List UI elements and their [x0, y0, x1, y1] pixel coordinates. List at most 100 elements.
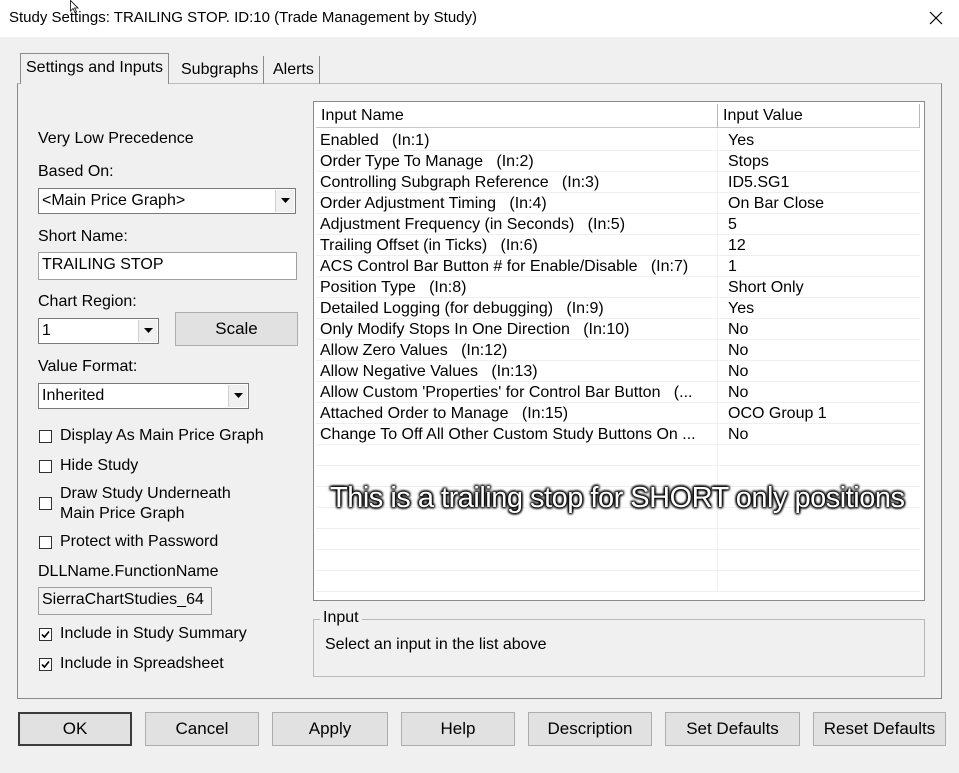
input-name-cell[interactable]: Order Adjustment Timing (In:4)	[316, 193, 718, 214]
table-row[interactable]: Adjustment Frequency (in Seconds) (In:5)…	[316, 214, 920, 235]
input-value-cell[interactable]: No	[724, 319, 920, 340]
input-name-cell[interactable]: Order Type To Manage (In:2)	[316, 151, 718, 172]
input-value-cell[interactable]: No	[724, 361, 920, 382]
mouse-cursor-icon	[70, 0, 79, 13]
input-name-cell[interactable]	[316, 445, 718, 466]
display-as-main-price-graph-checkbox[interactable]	[39, 430, 52, 443]
input-value-cell[interactable]: Short Only	[724, 277, 920, 298]
input-name-cell[interactable]: Allow Negative Values (In:13)	[316, 361, 718, 382]
input-value-cell[interactable]: No	[724, 424, 920, 445]
inputs-grid[interactable]: Input Name Input Value Enabled (In:1) Yes…	[313, 101, 925, 601]
short-name-input[interactable]: TRAILING STOP	[38, 252, 297, 280]
input-description-group: Input Select an input in the list above	[313, 609, 925, 677]
input-name-cell[interactable]	[316, 529, 718, 550]
reset-defaults-button[interactable]: Reset Defaults	[813, 712, 946, 746]
input-value-cell[interactable]: 5	[724, 214, 920, 235]
input-value-cell[interactable]	[724, 445, 920, 466]
table-row[interactable]: Allow Custom 'Properties' for Control Ba…	[316, 382, 920, 403]
input-name-cell[interactable]: Position Type (In:8)	[316, 277, 718, 298]
protect-with-password-checkbox[interactable]	[39, 536, 52, 549]
chart-region-dropdown[interactable]	[138, 320, 157, 342]
table-row[interactable]: ACS Control Bar Button # for Enable/Disa…	[316, 256, 920, 277]
input-value-cell[interactable]: 12	[724, 235, 920, 256]
checkmark-icon	[41, 660, 50, 669]
column-header-input-name[interactable]: Input Name	[316, 104, 718, 128]
table-row[interactable]: Trailing Offset (in Ticks) (In:6) 12	[316, 235, 920, 256]
input-value-cell[interactable]	[724, 571, 920, 592]
input-name-cell[interactable]: Allow Zero Values (In:12)	[316, 340, 718, 361]
value-format-dropdown[interactable]	[228, 385, 247, 407]
tab-subgraphs[interactable]: Subgraphs	[176, 56, 265, 84]
title-bar: Study Settings: TRAILING STOP. ID:10 (Tr…	[0, 0, 959, 37]
based-on-dropdown[interactable]	[275, 190, 294, 212]
value-format-select[interactable]: Inherited	[38, 383, 249, 409]
table-row[interactable]: Allow Zero Values (In:12) No	[316, 340, 920, 361]
table-row[interactable]	[316, 445, 920, 466]
close-button[interactable]	[913, 0, 959, 36]
table-row[interactable]: Change To Off All Other Custom Study But…	[316, 424, 920, 445]
input-name-cell[interactable]: Only Modify Stops In One Direction (In:1…	[316, 319, 718, 340]
cancel-button[interactable]: Cancel	[145, 712, 259, 746]
help-button[interactable]: Help	[401, 712, 515, 746]
table-row[interactable]: Allow Negative Values (In:13) No	[316, 361, 920, 382]
table-row[interactable]: Only Modify Stops In One Direction (In:1…	[316, 319, 920, 340]
column-header-input-value[interactable]: Input Value	[718, 104, 920, 128]
table-row[interactable]: Order Adjustment Timing (In:4) On Bar Clo…	[316, 193, 920, 214]
input-value-cell[interactable]	[724, 529, 920, 550]
draw-study-underneath-label-line2: Main Price Graph	[60, 505, 185, 522]
table-row[interactable]	[316, 550, 920, 571]
tab-settings-and-inputs[interactable]: Settings and Inputs	[20, 53, 169, 84]
input-name-cell[interactable]: Detailed Logging (for debugging) (In:9)	[316, 298, 718, 319]
dll-name-field[interactable]: SierraChartStudies_64	[38, 587, 212, 615]
table-row[interactable]: Attached Order to Manage (In:15) OCO Grou…	[316, 403, 920, 424]
scale-button[interactable]: Scale	[175, 312, 298, 346]
input-name-cell[interactable]: Change To Off All Other Custom Study But…	[316, 424, 718, 445]
input-value-cell[interactable]: No	[724, 382, 920, 403]
input-value-cell[interactable]: Stops	[724, 151, 920, 172]
checkmark-icon	[41, 630, 50, 639]
apply-button[interactable]: Apply	[272, 712, 388, 746]
input-value-cell[interactable]	[724, 550, 920, 571]
include-in-study-summary-checkbox[interactable]	[39, 628, 52, 641]
input-name-cell[interactable]: Controlling Subgraph Reference (In:3)	[316, 172, 718, 193]
include-in-spreadsheet-checkbox[interactable]	[39, 658, 52, 671]
input-name-cell[interactable]: Attached Order to Manage (In:15)	[316, 403, 718, 424]
input-name-cell[interactable]: Adjustment Frequency (in Seconds) (In:5)	[316, 214, 718, 235]
input-value-cell[interactable]: On Bar Close	[724, 193, 920, 214]
ok-button[interactable]: OK	[18, 712, 132, 746]
description-button[interactable]: Description	[528, 712, 652, 746]
table-row[interactable]: Enabled (In:1) Yes	[316, 130, 920, 151]
input-value-cell[interactable]: 1	[724, 256, 920, 277]
input-name-cell[interactable]: Trailing Offset (in Ticks) (In:6)	[316, 235, 718, 256]
chart-region-label: Chart Region:	[38, 293, 137, 310]
hide-study-checkbox[interactable]	[39, 460, 52, 473]
input-value-cell[interactable]: Yes	[724, 298, 920, 319]
based-on-select[interactable]: <Main Price Graph>	[38, 188, 296, 214]
table-row[interactable]	[316, 571, 920, 592]
based-on-value: <Main Price Graph>	[42, 192, 186, 209]
short-name-label: Short Name:	[38, 228, 128, 245]
close-icon	[929, 11, 943, 25]
based-on-label: Based On:	[38, 163, 114, 180]
input-value-cell[interactable]: OCO Group 1	[724, 403, 920, 424]
draw-study-underneath-checkbox[interactable]	[39, 497, 52, 510]
table-row[interactable]: Detailed Logging (for debugging) (In:9) Y…	[316, 298, 920, 319]
input-value-cell[interactable]: ID5.SG1	[724, 172, 920, 193]
input-value-cell[interactable]: Yes	[724, 130, 920, 151]
tab-alerts[interactable]: Alerts	[268, 56, 320, 84]
table-row[interactable]	[316, 529, 920, 550]
protect-with-password-label: Protect with Password	[60, 533, 219, 550]
chart-region-value: 1	[42, 322, 51, 339]
input-name-cell[interactable]	[316, 571, 718, 592]
input-name-cell[interactable]	[316, 550, 718, 571]
table-row[interactable]: Order Type To Manage (In:2) Stops	[316, 151, 920, 172]
input-name-cell[interactable]: Allow Custom 'Properties' for Control Ba…	[316, 382, 718, 403]
table-row[interactable]: Controlling Subgraph Reference (In:3) ID5…	[316, 172, 920, 193]
input-value-cell[interactable]: No	[724, 340, 920, 361]
chart-region-select[interactable]: 1	[38, 318, 159, 344]
input-name-cell[interactable]: ACS Control Bar Button # for Enable/Disa…	[316, 256, 718, 277]
dll-name-label: DLLName.FunctionName	[38, 563, 219, 580]
table-row[interactable]: Position Type (In:8) Short Only	[316, 277, 920, 298]
input-name-cell[interactable]: Enabled (In:1)	[316, 130, 718, 151]
set-defaults-button[interactable]: Set Defaults	[665, 712, 800, 746]
